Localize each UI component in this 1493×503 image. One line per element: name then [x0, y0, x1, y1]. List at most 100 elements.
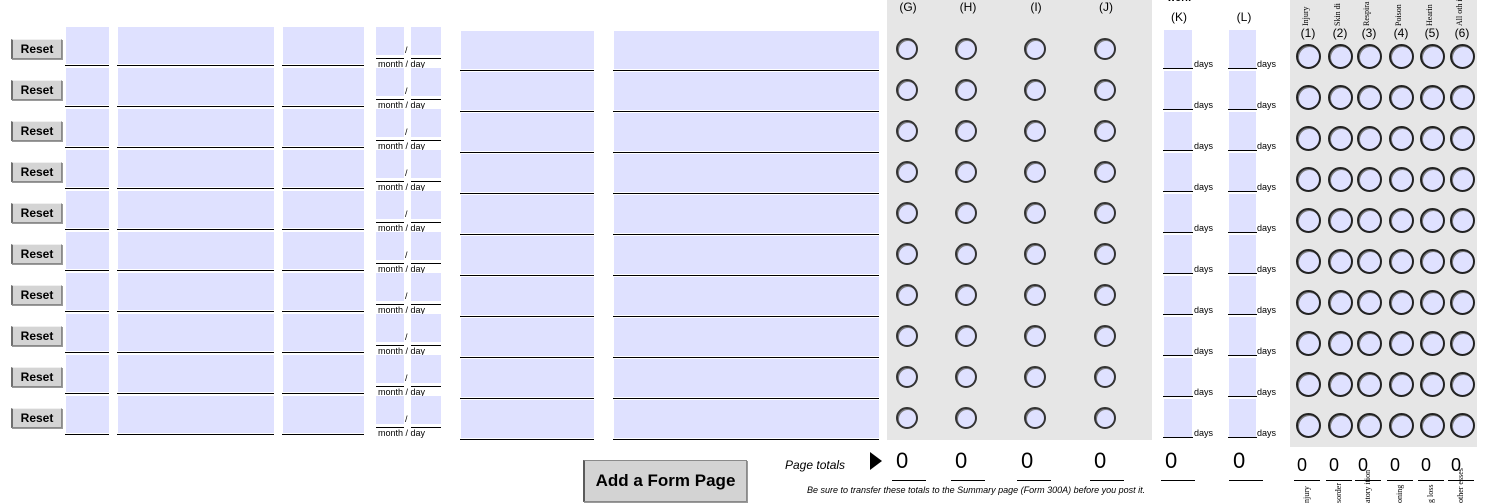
- classification-radio-i[interactable]: [1024, 202, 1046, 224]
- illness-type-radio-5[interactable]: [1420, 372, 1445, 397]
- illness-type-radio-2[interactable]: [1328, 208, 1353, 233]
- injury-day-field[interactable]: [411, 150, 441, 178]
- injury-day-field[interactable]: [411, 232, 441, 260]
- illness-type-radio-1[interactable]: [1296, 208, 1321, 233]
- job-title-field[interactable]: [283, 396, 364, 433]
- injury-month-field[interactable]: [376, 273, 404, 301]
- reset-button[interactable]: Reset: [11, 162, 62, 182]
- classification-radio-j[interactable]: [1094, 284, 1116, 306]
- injury-day-field[interactable]: [411, 68, 441, 96]
- illness-type-radio-1[interactable]: [1296, 85, 1321, 110]
- description-field[interactable]: [614, 72, 879, 110]
- days-restriction-field[interactable]: [1229, 317, 1256, 355]
- classification-radio-i[interactable]: [1024, 161, 1046, 183]
- illness-type-radio-3[interactable]: [1357, 249, 1382, 274]
- classification-radio-i[interactable]: [1024, 366, 1046, 388]
- employee-name-field[interactable]: [118, 191, 274, 228]
- employee-name-field[interactable]: [118, 396, 274, 433]
- case-number-field[interactable]: [66, 191, 109, 228]
- illness-type-radio-1[interactable]: [1296, 126, 1321, 151]
- days-away-field[interactable]: [1164, 153, 1192, 191]
- injury-day-field[interactable]: [411, 355, 441, 383]
- job-title-field[interactable]: [283, 314, 364, 351]
- illness-type-radio-3[interactable]: [1357, 290, 1382, 315]
- description-field[interactable]: [614, 31, 879, 69]
- days-restriction-field[interactable]: [1229, 276, 1256, 314]
- classification-radio-j[interactable]: [1094, 325, 1116, 347]
- job-title-field[interactable]: [283, 273, 364, 310]
- classification-radio-j[interactable]: [1094, 38, 1116, 60]
- employee-name-field[interactable]: [118, 273, 274, 310]
- illness-type-radio-6[interactable]: [1450, 126, 1475, 151]
- days-restriction-field[interactable]: [1229, 112, 1256, 150]
- case-number-field[interactable]: [66, 109, 109, 146]
- job-title-field[interactable]: [283, 232, 364, 269]
- days-restriction-field[interactable]: [1229, 153, 1256, 191]
- case-number-field[interactable]: [66, 314, 109, 351]
- injury-day-field[interactable]: [411, 273, 441, 301]
- illness-type-radio-5[interactable]: [1420, 290, 1445, 315]
- location-field[interactable]: [461, 277, 594, 315]
- location-field[interactable]: [461, 113, 594, 151]
- days-away-field[interactable]: [1164, 235, 1192, 273]
- days-away-field[interactable]: [1164, 112, 1192, 150]
- description-field[interactable]: [614, 277, 879, 315]
- illness-type-radio-4[interactable]: [1389, 126, 1414, 151]
- classification-radio-j[interactable]: [1094, 79, 1116, 101]
- classification-radio-j[interactable]: [1094, 161, 1116, 183]
- location-field[interactable]: [461, 195, 594, 233]
- case-number-field[interactable]: [66, 355, 109, 392]
- illness-type-radio-4[interactable]: [1389, 44, 1414, 69]
- classification-radio-i[interactable]: [1024, 79, 1046, 101]
- days-away-field[interactable]: [1164, 317, 1192, 355]
- job-title-field[interactable]: [283, 68, 364, 105]
- add-form-page-button[interactable]: Add a Form Page: [583, 460, 747, 502]
- description-field[interactable]: [614, 195, 879, 233]
- reset-button[interactable]: Reset: [11, 39, 62, 59]
- job-title-field[interactable]: [283, 27, 364, 64]
- classification-radio-i[interactable]: [1024, 284, 1046, 306]
- case-number-field[interactable]: [66, 27, 109, 64]
- illness-type-radio-3[interactable]: [1357, 208, 1382, 233]
- illness-type-radio-2[interactable]: [1328, 126, 1353, 151]
- case-number-field[interactable]: [66, 396, 109, 433]
- illness-type-radio-5[interactable]: [1420, 413, 1445, 438]
- illness-type-radio-1[interactable]: [1296, 44, 1321, 69]
- illness-type-radio-3[interactable]: [1357, 372, 1382, 397]
- illness-type-radio-1[interactable]: [1296, 331, 1321, 356]
- reset-button[interactable]: Reset: [11, 367, 62, 387]
- illness-type-radio-2[interactable]: [1328, 167, 1353, 192]
- illness-type-radio-6[interactable]: [1450, 290, 1475, 315]
- classification-radio-h[interactable]: [955, 366, 977, 388]
- illness-type-radio-1[interactable]: [1296, 372, 1321, 397]
- classification-radio-g[interactable]: [896, 202, 918, 224]
- illness-type-radio-2[interactable]: [1328, 85, 1353, 110]
- illness-type-radio-2[interactable]: [1328, 249, 1353, 274]
- description-field[interactable]: [614, 154, 879, 192]
- case-number-field[interactable]: [66, 273, 109, 310]
- description-field[interactable]: [614, 236, 879, 274]
- description-field[interactable]: [614, 113, 879, 151]
- classification-radio-g[interactable]: [896, 120, 918, 142]
- classification-radio-j[interactable]: [1094, 202, 1116, 224]
- illness-type-radio-2[interactable]: [1328, 44, 1353, 69]
- employee-name-field[interactable]: [118, 355, 274, 392]
- illness-type-radio-2[interactable]: [1328, 413, 1353, 438]
- employee-name-field[interactable]: [118, 314, 274, 351]
- illness-type-radio-2[interactable]: [1328, 290, 1353, 315]
- classification-radio-i[interactable]: [1024, 120, 1046, 142]
- classification-radio-g[interactable]: [896, 366, 918, 388]
- classification-radio-j[interactable]: [1094, 243, 1116, 265]
- classification-radio-j[interactable]: [1094, 120, 1116, 142]
- classification-radio-j[interactable]: [1094, 407, 1116, 429]
- illness-type-radio-4[interactable]: [1389, 249, 1414, 274]
- illness-type-radio-2[interactable]: [1328, 372, 1353, 397]
- illness-type-radio-6[interactable]: [1450, 372, 1475, 397]
- injury-month-field[interactable]: [376, 68, 404, 96]
- illness-type-radio-3[interactable]: [1357, 413, 1382, 438]
- illness-type-radio-3[interactable]: [1357, 44, 1382, 69]
- classification-radio-g[interactable]: [896, 325, 918, 347]
- illness-type-radio-6[interactable]: [1450, 208, 1475, 233]
- description-field[interactable]: [614, 400, 879, 438]
- classification-radio-g[interactable]: [896, 243, 918, 265]
